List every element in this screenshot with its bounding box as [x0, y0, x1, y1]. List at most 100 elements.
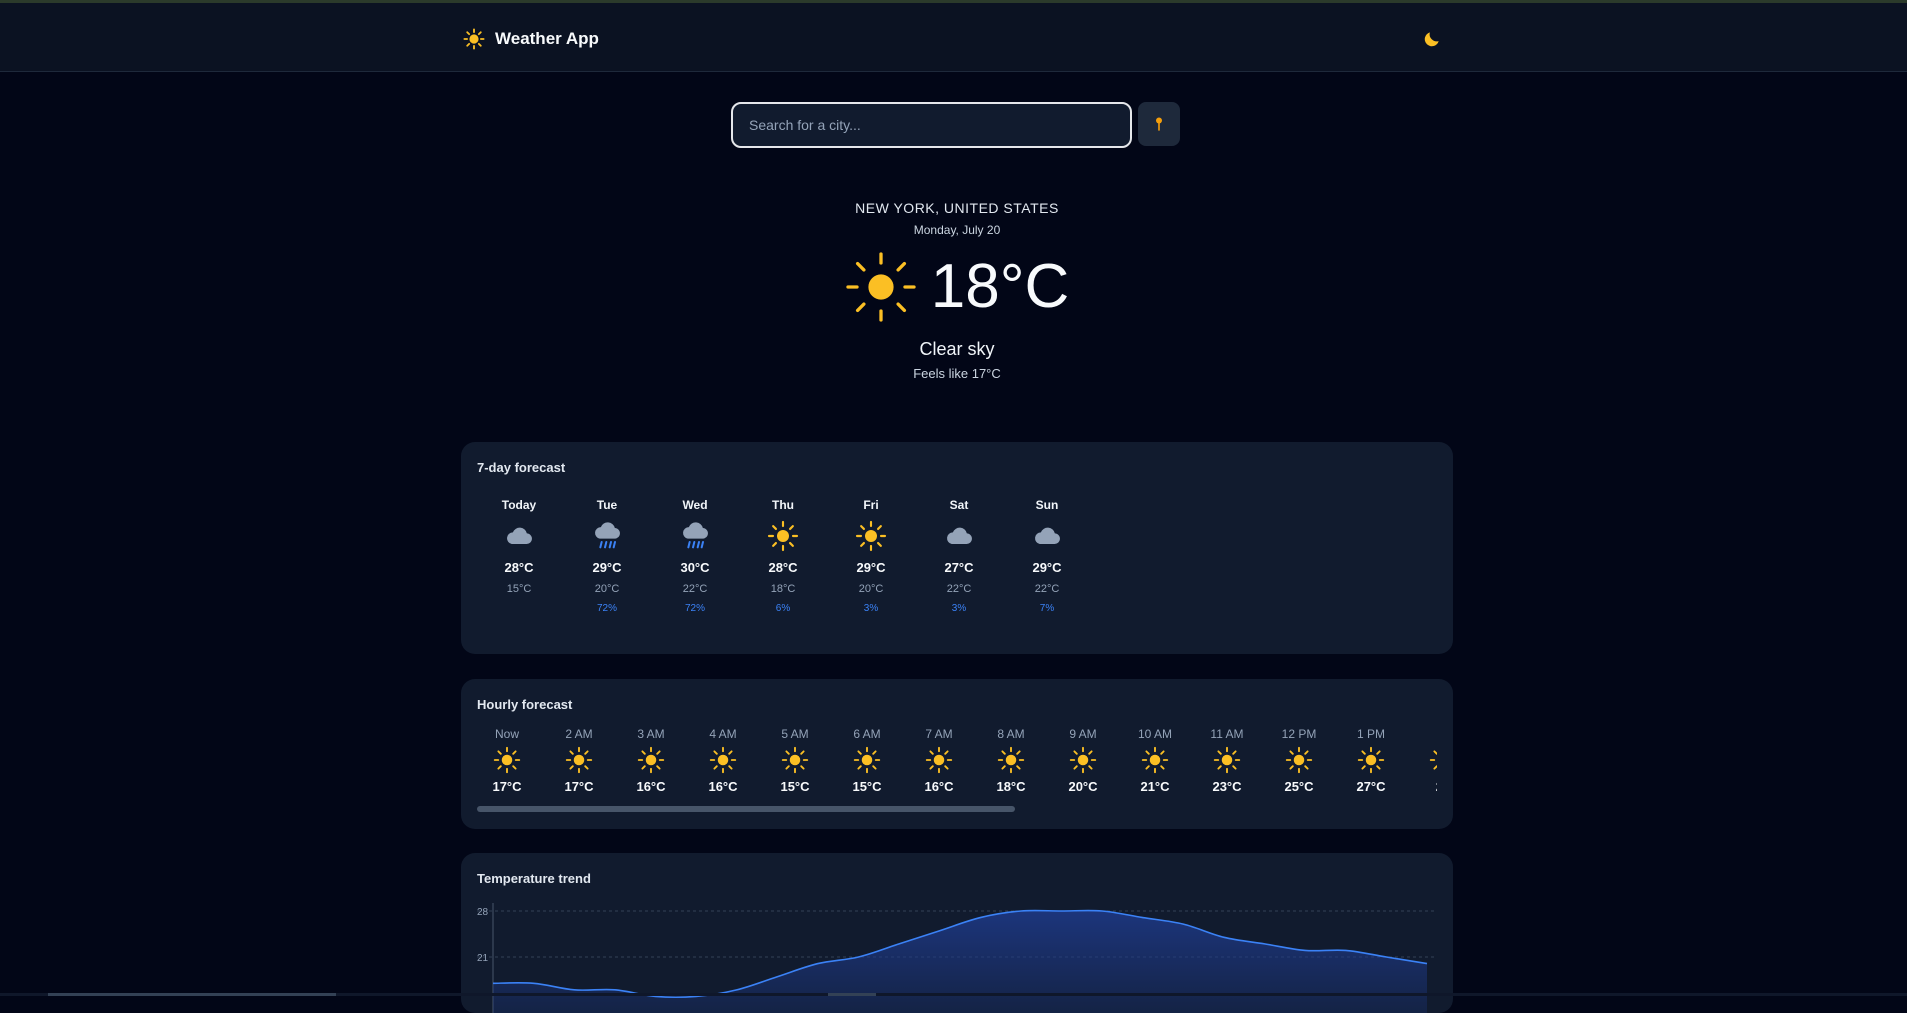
sun-icon	[1213, 746, 1241, 774]
location-name: NEW YORK, UNITED STATES	[855, 200, 1059, 216]
sun-icon	[855, 520, 887, 552]
temperature-trend-card: Temperature trend 21 28	[461, 853, 1453, 1013]
day-low-temp: 22°C	[682, 583, 708, 595]
day-precip-chance: 3%	[951, 603, 967, 614]
sun-icon	[846, 252, 916, 322]
cloud-icon	[1035, 527, 1060, 545]
hourly-scrollbar[interactable]	[477, 806, 1437, 812]
search-input[interactable]	[731, 102, 1132, 148]
day-name: Today	[501, 498, 537, 512]
day-low-temp: 18°C	[770, 583, 796, 595]
daily-forecast-title: 7-day forecast	[477, 460, 566, 475]
day-low-temp: 20°C	[594, 583, 620, 595]
hour-icon-wrap	[477, 745, 537, 775]
daily-forecast-day[interactable]: Tue 29°C 20°C 72%	[563, 498, 651, 615]
hour-icon-wrap	[1125, 745, 1185, 775]
hour-icon-wrap	[981, 745, 1041, 775]
hourly-forecast-item: Now 17°C	[477, 727, 537, 794]
hourly-forecast-item: 11 AM 23°C	[1197, 727, 1257, 794]
temperature-area	[493, 910, 1427, 1013]
day-icon-wrap	[739, 518, 827, 554]
hourly-forecast-item: 10 AM 21°C	[1125, 727, 1185, 794]
day-low-temp: 22°C	[1034, 583, 1060, 595]
hour-icon-wrap	[621, 745, 681, 775]
sun-icon	[1285, 746, 1313, 774]
daily-forecast-day[interactable]: Wed 30°C 22°C 72%	[651, 498, 739, 615]
day-precip-chance: 72%	[684, 603, 705, 614]
hour-time: 11 AM	[1210, 727, 1244, 741]
sun-icon	[637, 746, 665, 774]
hour-icon-wrap	[693, 745, 753, 775]
theme-toggle-button[interactable]	[1418, 25, 1446, 53]
sun-icon	[925, 746, 953, 774]
daily-forecast-card: 7-day forecast Today 28°C 15°C Tue 29°C 20°C 7…	[461, 442, 1453, 654]
sun-icon	[1357, 746, 1385, 774]
hour-icon-wrap	[1413, 745, 1437, 775]
hourly-scrollbar-thumb[interactable]	[477, 806, 1015, 812]
hour-time: 8 AM	[997, 727, 1025, 741]
hour-temp: 23°C	[1212, 779, 1242, 794]
day-precip-chance: 72%	[596, 603, 617, 614]
daily-forecast-day[interactable]: Fri 29°C 20°C 3%	[827, 498, 915, 615]
day-name: Sun	[1035, 498, 1059, 512]
sun-icon	[565, 746, 593, 774]
app-title: Weather App	[495, 29, 599, 48]
day-precip-chance: 3%	[863, 603, 879, 614]
app-header: Weather App	[0, 3, 1907, 72]
day-icon-wrap	[475, 518, 563, 554]
rain-icon	[683, 522, 708, 549]
hourly-forecast-item: 9 AM 20°C	[1053, 727, 1113, 794]
hour-temp: 28	[1413, 779, 1437, 794]
current-condition: Clear sky	[919, 339, 995, 359]
hourly-forecast-title: Hourly forecast	[477, 697, 573, 712]
use-location-button[interactable]	[1138, 102, 1180, 146]
sun-icon	[493, 746, 521, 774]
hour-temp: 17°C	[492, 779, 522, 794]
day-high-temp: 29°C	[592, 560, 622, 575]
cloud-icon	[507, 527, 532, 545]
daily-forecast-day[interactable]: Today 28°C 15°C	[475, 498, 563, 615]
hour-time: 12 PM	[1281, 727, 1317, 741]
hourly-forecast-item: 7 AM 16°C	[909, 727, 969, 794]
hourly-forecast-item: 2 28	[1413, 727, 1437, 794]
hour-temp: 20°C	[1068, 779, 1098, 794]
brand[interactable]: Weather App	[463, 25, 599, 53]
day-high-temp: 29°C	[1032, 560, 1062, 575]
daily-forecast-day[interactable]: Sun 29°C 22°C 7%	[1003, 498, 1091, 615]
hour-time: 7 AM	[925, 727, 953, 741]
hour-icon-wrap	[837, 745, 897, 775]
day-icon-wrap	[915, 518, 1003, 554]
hour-temp: 17°C	[564, 779, 594, 794]
daily-forecast-day[interactable]: Sat 27°C 22°C 3%	[915, 498, 1003, 615]
day-precip-chance	[475, 603, 563, 615]
sun-icon	[781, 746, 809, 774]
hour-time: 10 AM	[1137, 727, 1173, 741]
day-icon-wrap	[827, 518, 915, 554]
hour-time: 9 AM	[1069, 727, 1097, 741]
hourly-forecast-card: Hourly forecast Now 17°C 2 AM 17°C 3 AM 16°C 4…	[461, 679, 1453, 829]
current-temperature: 18°C	[930, 252, 1070, 321]
day-high-temp: 28°C	[504, 560, 534, 575]
hourly-forecast-item: 2 AM 17°C	[549, 727, 609, 794]
day-icon-wrap	[1003, 518, 1091, 554]
hourly-forecast-item: 3 AM 16°C	[621, 727, 681, 794]
sun-icon	[997, 746, 1025, 774]
hour-temp: 16°C	[708, 779, 738, 794]
hourly-forecast-item: 12 PM 25°C	[1269, 727, 1329, 794]
map-pin-icon	[1156, 117, 1162, 131]
temperature-trend-chart: 21 28	[477, 903, 1437, 1013]
sun-icon	[1429, 750, 1437, 770]
hour-time: 3 AM	[637, 727, 665, 741]
cloud-icon	[947, 527, 972, 545]
sun-icon	[463, 28, 485, 50]
sun-icon	[709, 746, 737, 774]
day-icon-wrap	[563, 518, 651, 554]
sun-icon	[1069, 746, 1097, 774]
daily-forecast-day[interactable]: Thu 28°C 18°C 6%	[739, 498, 827, 615]
hour-icon-wrap	[1053, 745, 1113, 775]
hourly-forecast-list[interactable]: Now 17°C 2 AM 17°C 3 AM 16°C 4 AM 16°C 5 AM 15°C 6…	[477, 727, 1437, 797]
hour-temp: 27°C	[1356, 779, 1386, 794]
sun-icon	[767, 520, 799, 552]
hour-time: Now	[494, 727, 519, 741]
hourly-forecast-item: 4 AM 16°C	[693, 727, 753, 794]
